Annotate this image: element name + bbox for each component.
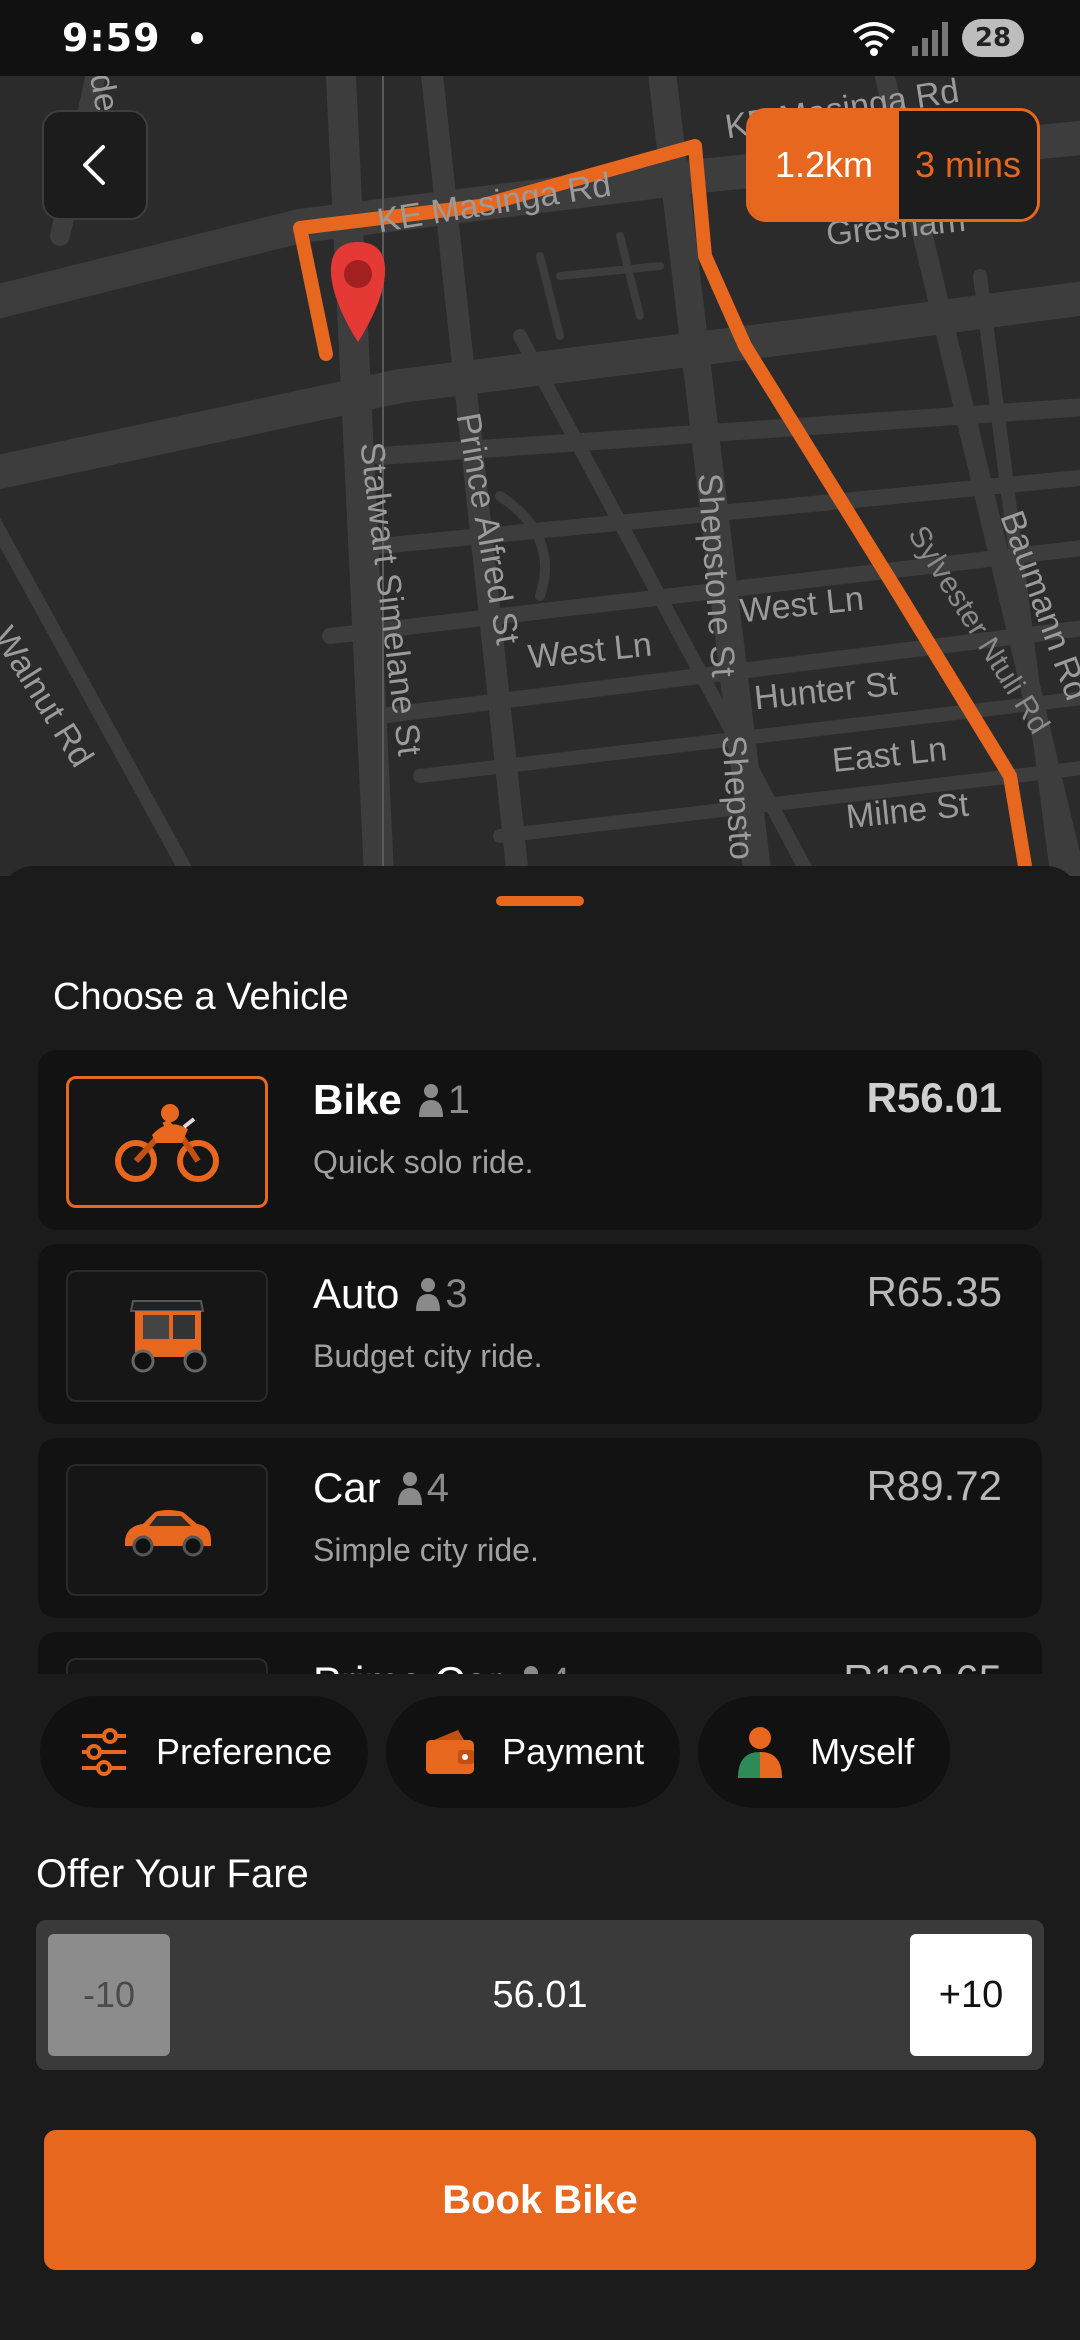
vehicle-list[interactable]: Bike 1 Quick solo ride. R56.01 Auto 3 Bu… <box>38 1050 1042 1674</box>
wallet-icon <box>426 1730 475 1774</box>
status-time: 9:59 <box>62 16 161 60</box>
vehicle-option-car[interactable]: Car 4 Simple city ride. R89.72 <box>38 1438 1042 1618</box>
seat-count: 4 <box>426 1465 449 1510</box>
vehicle-description: Simple city ride. <box>313 1532 539 1568</box>
vehicle-name: Prime Car <box>313 1658 502 1674</box>
vehicle-thumbnail <box>66 1076 268 1208</box>
payment-button[interactable]: Payment <box>386 1696 681 1808</box>
preference-button[interactable]: Preference <box>40 1696 369 1808</box>
vehicle-description: Budget city ride. <box>313 1338 543 1374</box>
person-icon <box>518 1665 544 1674</box>
seat-count: 3 <box>445 1271 468 1316</box>
fare-title: Offer Your Fare <box>36 1852 309 1896</box>
vehicle-thumbnail <box>66 1464 268 1596</box>
vehicle-price: R132.65 <box>843 1656 1002 1674</box>
fare-increase-button[interactable]: +10 <box>910 1934 1032 2056</box>
sliders-icon <box>82 1728 126 1776</box>
status-bar: 9:59 28 <box>0 0 1080 76</box>
vehicle-option-bike[interactable]: Bike 1 Quick solo ride. R56.01 <box>38 1050 1042 1230</box>
status-icons: 28 <box>850 18 1024 58</box>
vehicle-name: Car <box>313 1464 381 1511</box>
option-label: Payment <box>502 1731 645 1772</box>
wifi-icon <box>852 22 896 56</box>
vehicle-name: Bike <box>313 1076 402 1123</box>
back-button[interactable] <box>42 110 148 220</box>
vehicle-description: Quick solo ride. <box>313 1144 534 1180</box>
vehicle-name: Auto <box>313 1270 400 1317</box>
vehicle-sheet: Choose a Vehicle Bike 1 Quick solo ride.… <box>0 866 1080 2340</box>
person-icon <box>418 1083 444 1117</box>
car-icon <box>125 1510 211 1557</box>
ride-options: Preference Payment Myself <box>40 1696 951 1808</box>
section-title: Choose a Vehicle <box>53 976 349 1018</box>
seat-count: 4 <box>548 1660 570 1675</box>
vehicle-option-prime-car[interactable]: Prime Car 4 R132.65 <box>38 1632 1042 1674</box>
option-label: Myself <box>810 1731 915 1772</box>
rider-button[interactable]: Myself <box>698 1696 951 1808</box>
fare-value[interactable]: 56.01 <box>186 1934 894 2056</box>
book-button[interactable]: Book Bike <box>44 2130 1036 2270</box>
battery-indicator: 28 <box>962 19 1024 57</box>
motorbike-icon <box>115 1104 219 1182</box>
eta-distance: 1.2km <box>749 111 899 219</box>
chevron-left-icon <box>83 145 105 185</box>
signal-icon <box>912 22 948 56</box>
vehicle-price: R89.72 <box>866 1462 1002 1509</box>
person-icon <box>415 1277 441 1311</box>
auto-rickshaw-icon <box>129 1300 207 1373</box>
sheet-drag-handle[interactable] <box>496 896 584 906</box>
vehicle-price: R56.01 <box>866 1074 1002 1121</box>
notification-dot <box>190 32 203 44</box>
vehicle-price: R65.35 <box>866 1268 1002 1315</box>
vehicle-option-auto[interactable]: Auto 3 Budget city ride. R65.35 <box>38 1244 1042 1424</box>
fare-decrease-button[interactable]: -10 <box>48 1934 170 2056</box>
person-icon <box>397 1471 423 1505</box>
vehicle-thumbnail <box>66 1270 268 1402</box>
person-icon <box>738 1727 783 1778</box>
fare-stepper: -10 56.01 +10 <box>36 1920 1044 2070</box>
eta-time: 3 mins <box>899 111 1037 219</box>
seat-count: 1 <box>447 1077 470 1122</box>
option-label: Preference <box>156 1731 333 1772</box>
eta-badge: 1.2km 3 mins <box>746 108 1040 222</box>
vehicle-thumbnail <box>66 1658 268 1674</box>
